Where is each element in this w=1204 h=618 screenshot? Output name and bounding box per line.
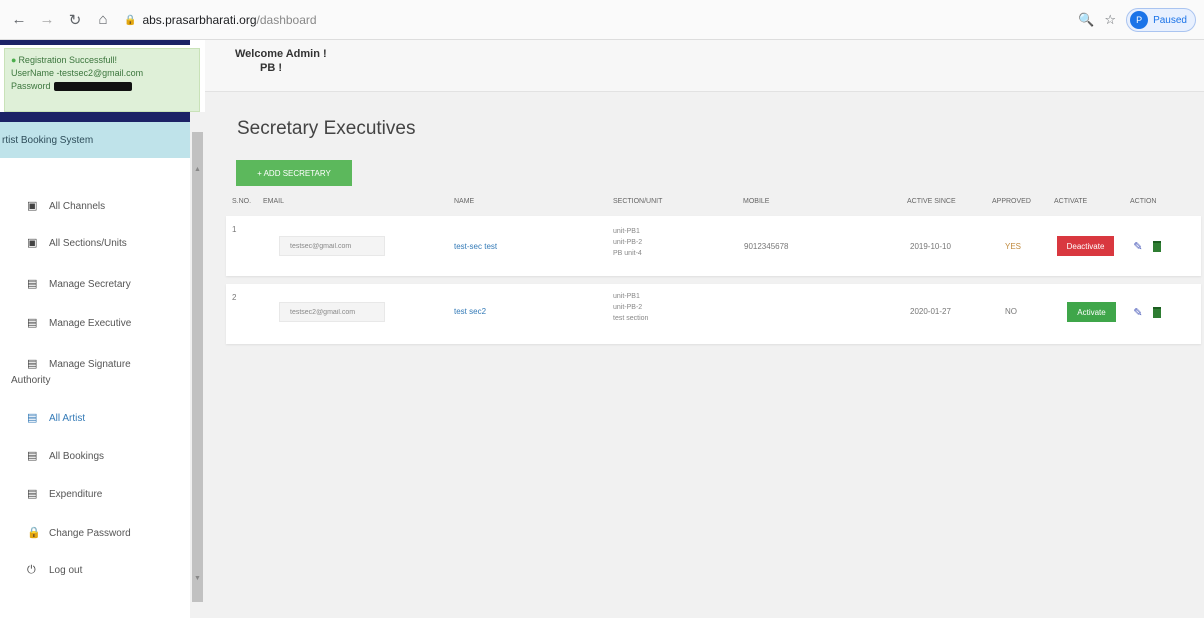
lock-icon: 🔒 (124, 14, 137, 26)
col-header-section: SECTION/UNIT (613, 198, 663, 205)
deactivate-button[interactable]: Deactivate (1057, 236, 1114, 256)
sidebar-item-label: Log out (49, 565, 83, 576)
trash-icon[interactable] (1151, 305, 1163, 319)
unit-line: test section (613, 315, 649, 322)
star-icon[interactable]: ☆ (1104, 12, 1116, 28)
scroll-down-icon[interactable]: ▼ (192, 573, 203, 583)
reload-icon[interactable]: ↻ (64, 9, 86, 31)
sidebar-item-label: Expenditure (49, 489, 103, 500)
sidebar-item-label-line2: Authority (11, 375, 51, 386)
row-approved-status: YES (1005, 242, 1022, 251)
sidebar-item-label: All Sections/Units (49, 238, 127, 249)
col-header-approved: APPROVED (992, 198, 1031, 205)
col-header-email: EMAIL (263, 198, 285, 205)
col-header-sno: S.NO. (232, 198, 252, 205)
table-row: 1 test-sec test unit-PB1 unit-PB-2 PB un… (226, 216, 1201, 276)
row-sno: 1 (232, 225, 237, 234)
address-bar[interactable]: 🔒 abs.prasarbharati.org/dashboard (124, 8, 1044, 32)
sidebar-item-all-bookings[interactable]: ▤ All Bookings (0, 450, 104, 464)
home-icon[interactable]: ⌂ (92, 9, 114, 31)
sidebar-item-label: All Channels (49, 201, 106, 212)
sidebar-item-manage-secretary[interactable]: ▤ Manage Secretary (0, 278, 131, 292)
row-email-field[interactable] (279, 236, 385, 256)
col-header-name: NAME (454, 198, 475, 205)
square-icon: ▣ (27, 200, 38, 212)
table-icon: ▤ (27, 412, 38, 424)
profile-avatar: P (1130, 11, 1149, 29)
sidebar-item-label: All Bookings (49, 451, 105, 462)
table-icon: ▤ (27, 278, 38, 290)
unit-line: unit-PB-2 (613, 239, 643, 246)
sidebar-item-label: Manage Executive (49, 318, 132, 329)
sidebar-item-label: Change Password (49, 528, 131, 539)
pencil-icon[interactable]: ✎ (1130, 304, 1146, 320)
sidebar-item-label: Manage Signature (49, 359, 131, 370)
forward-icon[interactable]: → (36, 9, 58, 31)
row-name-link[interactable]: test-sec test (454, 242, 497, 251)
zoom-icon[interactable]: 🔍 (1078, 12, 1094, 28)
sidebar-item-manage-executive[interactable]: ▤ Manage Executive (0, 317, 131, 331)
welcome-text: Welcome Admin ! (235, 48, 327, 60)
registration-alert: ● Registration Successfull! UserName -tes… (4, 48, 200, 112)
row-sno: 2 (232, 293, 237, 302)
table-icon: ▤ (27, 358, 38, 370)
sidebar-top-bar (0, 40, 190, 45)
top-header: Welcome Admin ! PB ! (205, 40, 1204, 92)
table-icon: ▤ (27, 317, 38, 329)
scroll-up-icon[interactable]: ▲ (192, 164, 203, 174)
col-header-mobile: MOBILE (743, 198, 770, 205)
pencil-icon[interactable]: ✎ (1130, 238, 1146, 254)
table-icon: ▤ (27, 450, 38, 462)
col-header-activate: ACTIVATE (1054, 198, 1088, 205)
sidebar-item-change-password[interactable]: 🔒 Change Password (0, 527, 131, 541)
page-title: Secretary Executives (237, 118, 416, 139)
square-icon: ▣ (27, 237, 38, 249)
profile-button[interactable]: P Paused (1126, 8, 1196, 32)
alert-username: UserName -testsec2@gmail.com (11, 68, 144, 78)
unit-line: unit-PB-2 (613, 304, 643, 311)
row-name-link[interactable]: test sec2 (454, 307, 486, 316)
lock-icon: 🔒 (27, 527, 41, 539)
brand-title: rtist Booking System (0, 122, 190, 158)
url-path: /dashboard (256, 13, 317, 27)
sidebar-item-expenditure[interactable]: ▤ Expenditure (0, 488, 102, 502)
row-units: unit-PB1 unit-PB-2 test section (613, 291, 648, 324)
sidebar-item-all-artist[interactable]: ▤ All Artist (0, 412, 85, 426)
row-email-field[interactable] (279, 302, 385, 322)
unit-line: PB unit-4 (613, 250, 642, 257)
power-icon: ⏻ (27, 564, 36, 576)
alert-password-label: Password (11, 81, 51, 91)
sidebar-header-bar (0, 112, 190, 122)
profile-label: Paused (1153, 14, 1187, 26)
sidebar-item-label: All Artist (49, 413, 86, 424)
trash-icon[interactable] (1151, 239, 1163, 253)
row-active-since: 2019-10-10 (910, 242, 951, 251)
row-approved-status: NO (1005, 307, 1017, 316)
add-secretary-button[interactable]: + ADD SECRETARY (236, 160, 352, 186)
browser-toolbar: ← → ↻ ⌂ 🔒 abs.prasarbharati.org/dashboar… (0, 0, 1204, 40)
welcome-subtext: PB ! (260, 62, 282, 74)
masked-password (53, 82, 132, 92)
activate-button[interactable]: Activate (1067, 302, 1116, 322)
sidebar-item-label: Manage Secretary (49, 279, 131, 290)
unit-line: unit-PB1 (613, 228, 640, 235)
check-circle-icon: ● (11, 55, 17, 65)
table-icon: ▤ (27, 488, 38, 500)
back-icon[interactable]: ← (8, 9, 30, 31)
sidebar-scroll-thumb[interactable] (192, 132, 203, 602)
sidebar-item-log-out[interactable]: ⏻ Log out (0, 564, 82, 578)
alert-title: Registration Successfull! (18, 55, 117, 65)
table-row: 2 test sec2 unit-PB1 unit-PB-2 test sect… (226, 284, 1201, 344)
url-host: abs.prasarbharati.org (142, 13, 257, 27)
sidebar-item-all-channels[interactable]: ▣ All Channels (0, 200, 105, 214)
col-header-action: ACTION (1130, 198, 1157, 205)
row-active-since: 2020-01-27 (910, 307, 951, 316)
col-header-active-since: ACTIVE SINCE (907, 198, 956, 205)
sidebar-item-all-sections[interactable]: ▣ All Sections/Units (0, 237, 127, 251)
sidebar-item-manage-signature[interactable]: ▤ Manage Signature Authority (0, 358, 188, 388)
row-units: unit-PB1 unit-PB-2 PB unit-4 (613, 226, 642, 259)
unit-line: unit-PB1 (613, 293, 640, 300)
row-mobile: 9012345678 (744, 242, 789, 251)
